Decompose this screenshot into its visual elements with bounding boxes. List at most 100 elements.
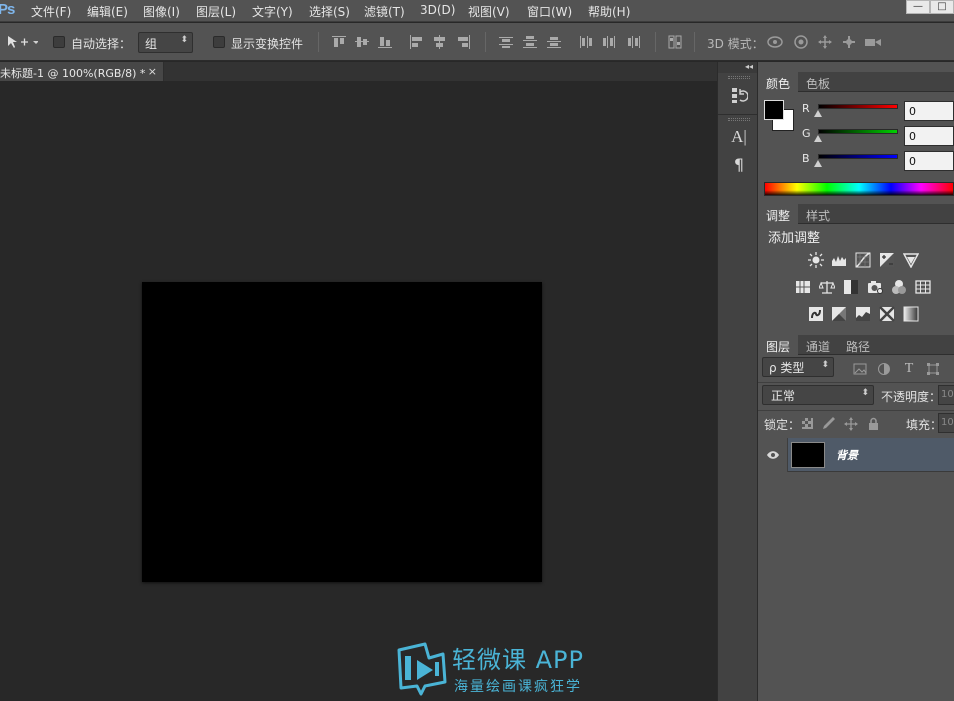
lock-transparent-icon[interactable] [802, 418, 813, 429]
distribute-bottom-icon[interactable] [546, 35, 562, 49]
window-controls: — □ [906, 0, 954, 14]
filter-type-icon[interactable]: T [902, 362, 916, 376]
character-icon[interactable]: A| [730, 128, 748, 146]
3d-roll-icon[interactable] [794, 35, 808, 49]
foreground-color-swatch[interactable] [764, 100, 784, 120]
channel-mixer-icon[interactable] [891, 279, 907, 295]
menu-help[interactable]: 帮助(H) [588, 3, 630, 20]
tab-color[interactable]: 颜色 [758, 72, 799, 92]
color-spectrum-ramp[interactable] [764, 182, 954, 196]
g-slider-thumb[interactable] [814, 135, 822, 142]
menu-3d[interactable]: 3D(D) [420, 3, 455, 17]
tab-layers[interactable]: 图层 [758, 335, 799, 355]
move-tool-icon[interactable] [6, 35, 38, 49]
posterize-icon[interactable] [831, 306, 847, 322]
exposure-icon[interactable] [879, 252, 895, 268]
distribute-top-icon[interactable] [498, 35, 514, 49]
minimize-button[interactable]: — [906, 0, 930, 14]
distribute-vcenter-icon[interactable] [522, 35, 538, 49]
menu-view[interactable]: 视图(V) [468, 3, 510, 20]
paragraph-icon[interactable]: ¶ [730, 156, 748, 174]
menu-filter[interactable]: 滤镜(T) [364, 3, 405, 20]
brightness-contrast-icon[interactable] [808, 252, 824, 268]
layer-row[interactable]: 背景 [758, 438, 954, 472]
curves-icon[interactable] [855, 252, 871, 268]
tab-channels[interactable]: 通道 [798, 335, 838, 355]
document-canvas[interactable] [142, 282, 542, 582]
layers-list-empty [758, 472, 954, 701]
b-slider-thumb[interactable] [814, 160, 822, 167]
color-lookup-icon[interactable] [915, 279, 931, 295]
menu-image[interactable]: 图像(I) [143, 3, 180, 20]
b-value-field[interactable]: 0 [904, 151, 954, 171]
distribute-hcenter-icon[interactable] [602, 35, 618, 49]
black-white-icon[interactable] [843, 279, 859, 295]
levels-icon[interactable] [831, 252, 847, 268]
maximize-button[interactable]: □ [930, 0, 954, 14]
distribute-left-icon[interactable] [578, 35, 594, 49]
panel-grip[interactable] [728, 76, 750, 79]
align-bottom-icon[interactable] [377, 35, 393, 49]
3d-rotate-icon[interactable] [767, 36, 783, 48]
align-vcenter-icon[interactable] [354, 35, 370, 49]
3d-pan-icon[interactable] [818, 35, 832, 49]
align-top-icon[interactable] [331, 35, 347, 49]
layer-thumbnail[interactable] [791, 442, 825, 468]
auto-align-icon[interactable] [667, 35, 683, 49]
auto-select-checkbox[interactable] [53, 36, 65, 48]
menu-window[interactable]: 窗口(W) [527, 3, 572, 20]
lock-position-icon[interactable] [844, 417, 858, 431]
selective-color-icon[interactable] [879, 306, 895, 322]
3d-slide-icon[interactable] [843, 36, 855, 48]
r-slider-track[interactable] [818, 104, 898, 109]
b-slider-track[interactable] [818, 154, 898, 159]
collapse-panels-button[interactable]: ◂◂ [718, 62, 757, 73]
menu-select[interactable]: 选择(S) [309, 3, 350, 20]
layer-visibility-cell[interactable] [758, 438, 788, 472]
eye-icon[interactable] [766, 450, 780, 460]
r-value-field[interactable]: 0 [904, 101, 954, 121]
close-icon[interactable]: × [148, 65, 157, 78]
filter-pixel-icon[interactable] [853, 362, 867, 376]
tab-styles[interactable]: 样式 [798, 204, 838, 224]
layer-name[interactable]: 背景 [836, 447, 858, 463]
filter-shape-icon[interactable] [926, 362, 940, 376]
tab-paths[interactable]: 路径 [838, 335, 878, 355]
blend-mode-dropdown[interactable]: 正常 ⬍ [762, 385, 874, 405]
hue-saturation-icon[interactable] [795, 279, 811, 295]
adjustments-panel-tabs: 调整 样式 [758, 204, 954, 224]
fill-field[interactable]: 10 [938, 413, 954, 433]
tab-swatches[interactable]: 色板 [798, 72, 838, 92]
3d-camera-icon[interactable] [865, 39, 881, 46]
panel-grip[interactable] [728, 118, 750, 121]
auto-select-dropdown[interactable]: 组 ⬍ [138, 32, 193, 53]
chevron-updown-icon: ⬍ [180, 35, 188, 45]
show-transform-checkbox[interactable] [213, 36, 225, 48]
g-slider-track[interactable] [818, 129, 898, 134]
opacity-field[interactable]: 10 [938, 385, 954, 405]
color-balance-icon[interactable] [819, 279, 835, 295]
distribute-right-icon[interactable] [626, 35, 642, 49]
g-value-field[interactable]: 0 [904, 126, 954, 146]
menu-type[interactable]: 文字(Y) [252, 3, 293, 20]
tab-adjustments[interactable]: 调整 [758, 204, 799, 224]
vibrance-triangle-icon[interactable] [903, 252, 919, 268]
lock-brush-icon[interactable] [823, 417, 835, 429]
document-tab[interactable]: 未标题-1 @ 100%(RGB/8) * × [0, 62, 164, 81]
history-icon[interactable] [730, 86, 748, 104]
filter-adjustment-icon[interactable] [877, 362, 891, 376]
align-right-icon[interactable] [455, 35, 471, 49]
menu-edit[interactable]: 编辑(E) [87, 3, 128, 20]
menu-file[interactable]: 文件(F) [31, 3, 71, 20]
align-left-icon[interactable] [409, 35, 425, 49]
lock-all-icon[interactable] [869, 417, 878, 431]
invert-icon[interactable] [808, 306, 824, 322]
layer-filter-dropdown[interactable]: ρ 类型 ⬍ [762, 357, 834, 377]
photo-filter-icon[interactable] [867, 279, 883, 295]
threshold-icon[interactable] [855, 306, 871, 322]
collapsed-panel-dock: ◂◂ A| ¶ [717, 62, 758, 701]
align-hcenter-icon[interactable] [432, 35, 448, 49]
r-slider-thumb[interactable] [814, 110, 822, 117]
menu-layer[interactable]: 图层(L) [196, 3, 236, 20]
gradient-map-icon[interactable] [903, 306, 919, 322]
